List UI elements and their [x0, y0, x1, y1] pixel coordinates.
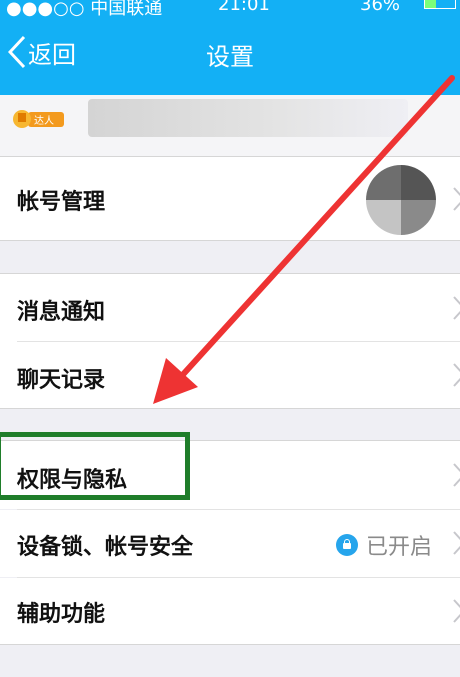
talent-badge-icon: 达人 [13, 110, 64, 128]
clock: 21:01 [218, 0, 270, 15]
setting-label: 设备锁、帐号安全 [17, 535, 194, 560]
page-title: 设置 [206, 43, 254, 71]
setting-row-accessibility[interactable]: 辅助功能 [0, 578, 460, 644]
highlight-box [0, 432, 190, 500]
profile-row[interactable]: 达人 [0, 95, 460, 157]
chevron-right-icon [453, 463, 460, 487]
setting-label: 聊天记录 [17, 368, 106, 393]
setting-row-device-lock[interactable]: 设备锁、帐号安全 已开启 [0, 510, 460, 577]
blurred-nickname [88, 99, 408, 137]
badge-text: 达人 [34, 115, 54, 127]
battery-percent: 36% [360, 0, 401, 15]
chevron-right-icon [453, 187, 460, 211]
battery-icon [424, 0, 456, 9]
security-status-text: 已开启 [365, 535, 432, 560]
security-status: 已开启 [335, 529, 432, 561]
chevron-right-icon [453, 363, 460, 387]
chevron-right-icon [453, 599, 460, 623]
setting-row-notifications[interactable]: 消息通知 [0, 274, 460, 342]
chevron-right-icon [453, 296, 460, 320]
separator [0, 240, 460, 241]
carrier-signal: ●●●○○ 中国联通 [6, 0, 163, 19]
separator [0, 408, 460, 409]
setting-label: 帐号管理 [17, 190, 106, 215]
avatar [366, 165, 436, 235]
status-bar: ●●●○○ 中国联通 21:01 36% [0, 0, 460, 19]
setting-label: 消息通知 [17, 300, 106, 325]
top-bar: ●●●○○ 中国联通 21:01 36% 返回 设置 [0, 0, 460, 95]
lock-icon [335, 534, 358, 556]
chevron-right-icon [453, 531, 460, 555]
separator [0, 644, 460, 645]
setting-label: 辅助功能 [17, 602, 106, 627]
setting-row-chat-history[interactable]: 聊天记录 [0, 342, 460, 408]
setting-row-account[interactable]: 帐号管理 [0, 157, 460, 240]
